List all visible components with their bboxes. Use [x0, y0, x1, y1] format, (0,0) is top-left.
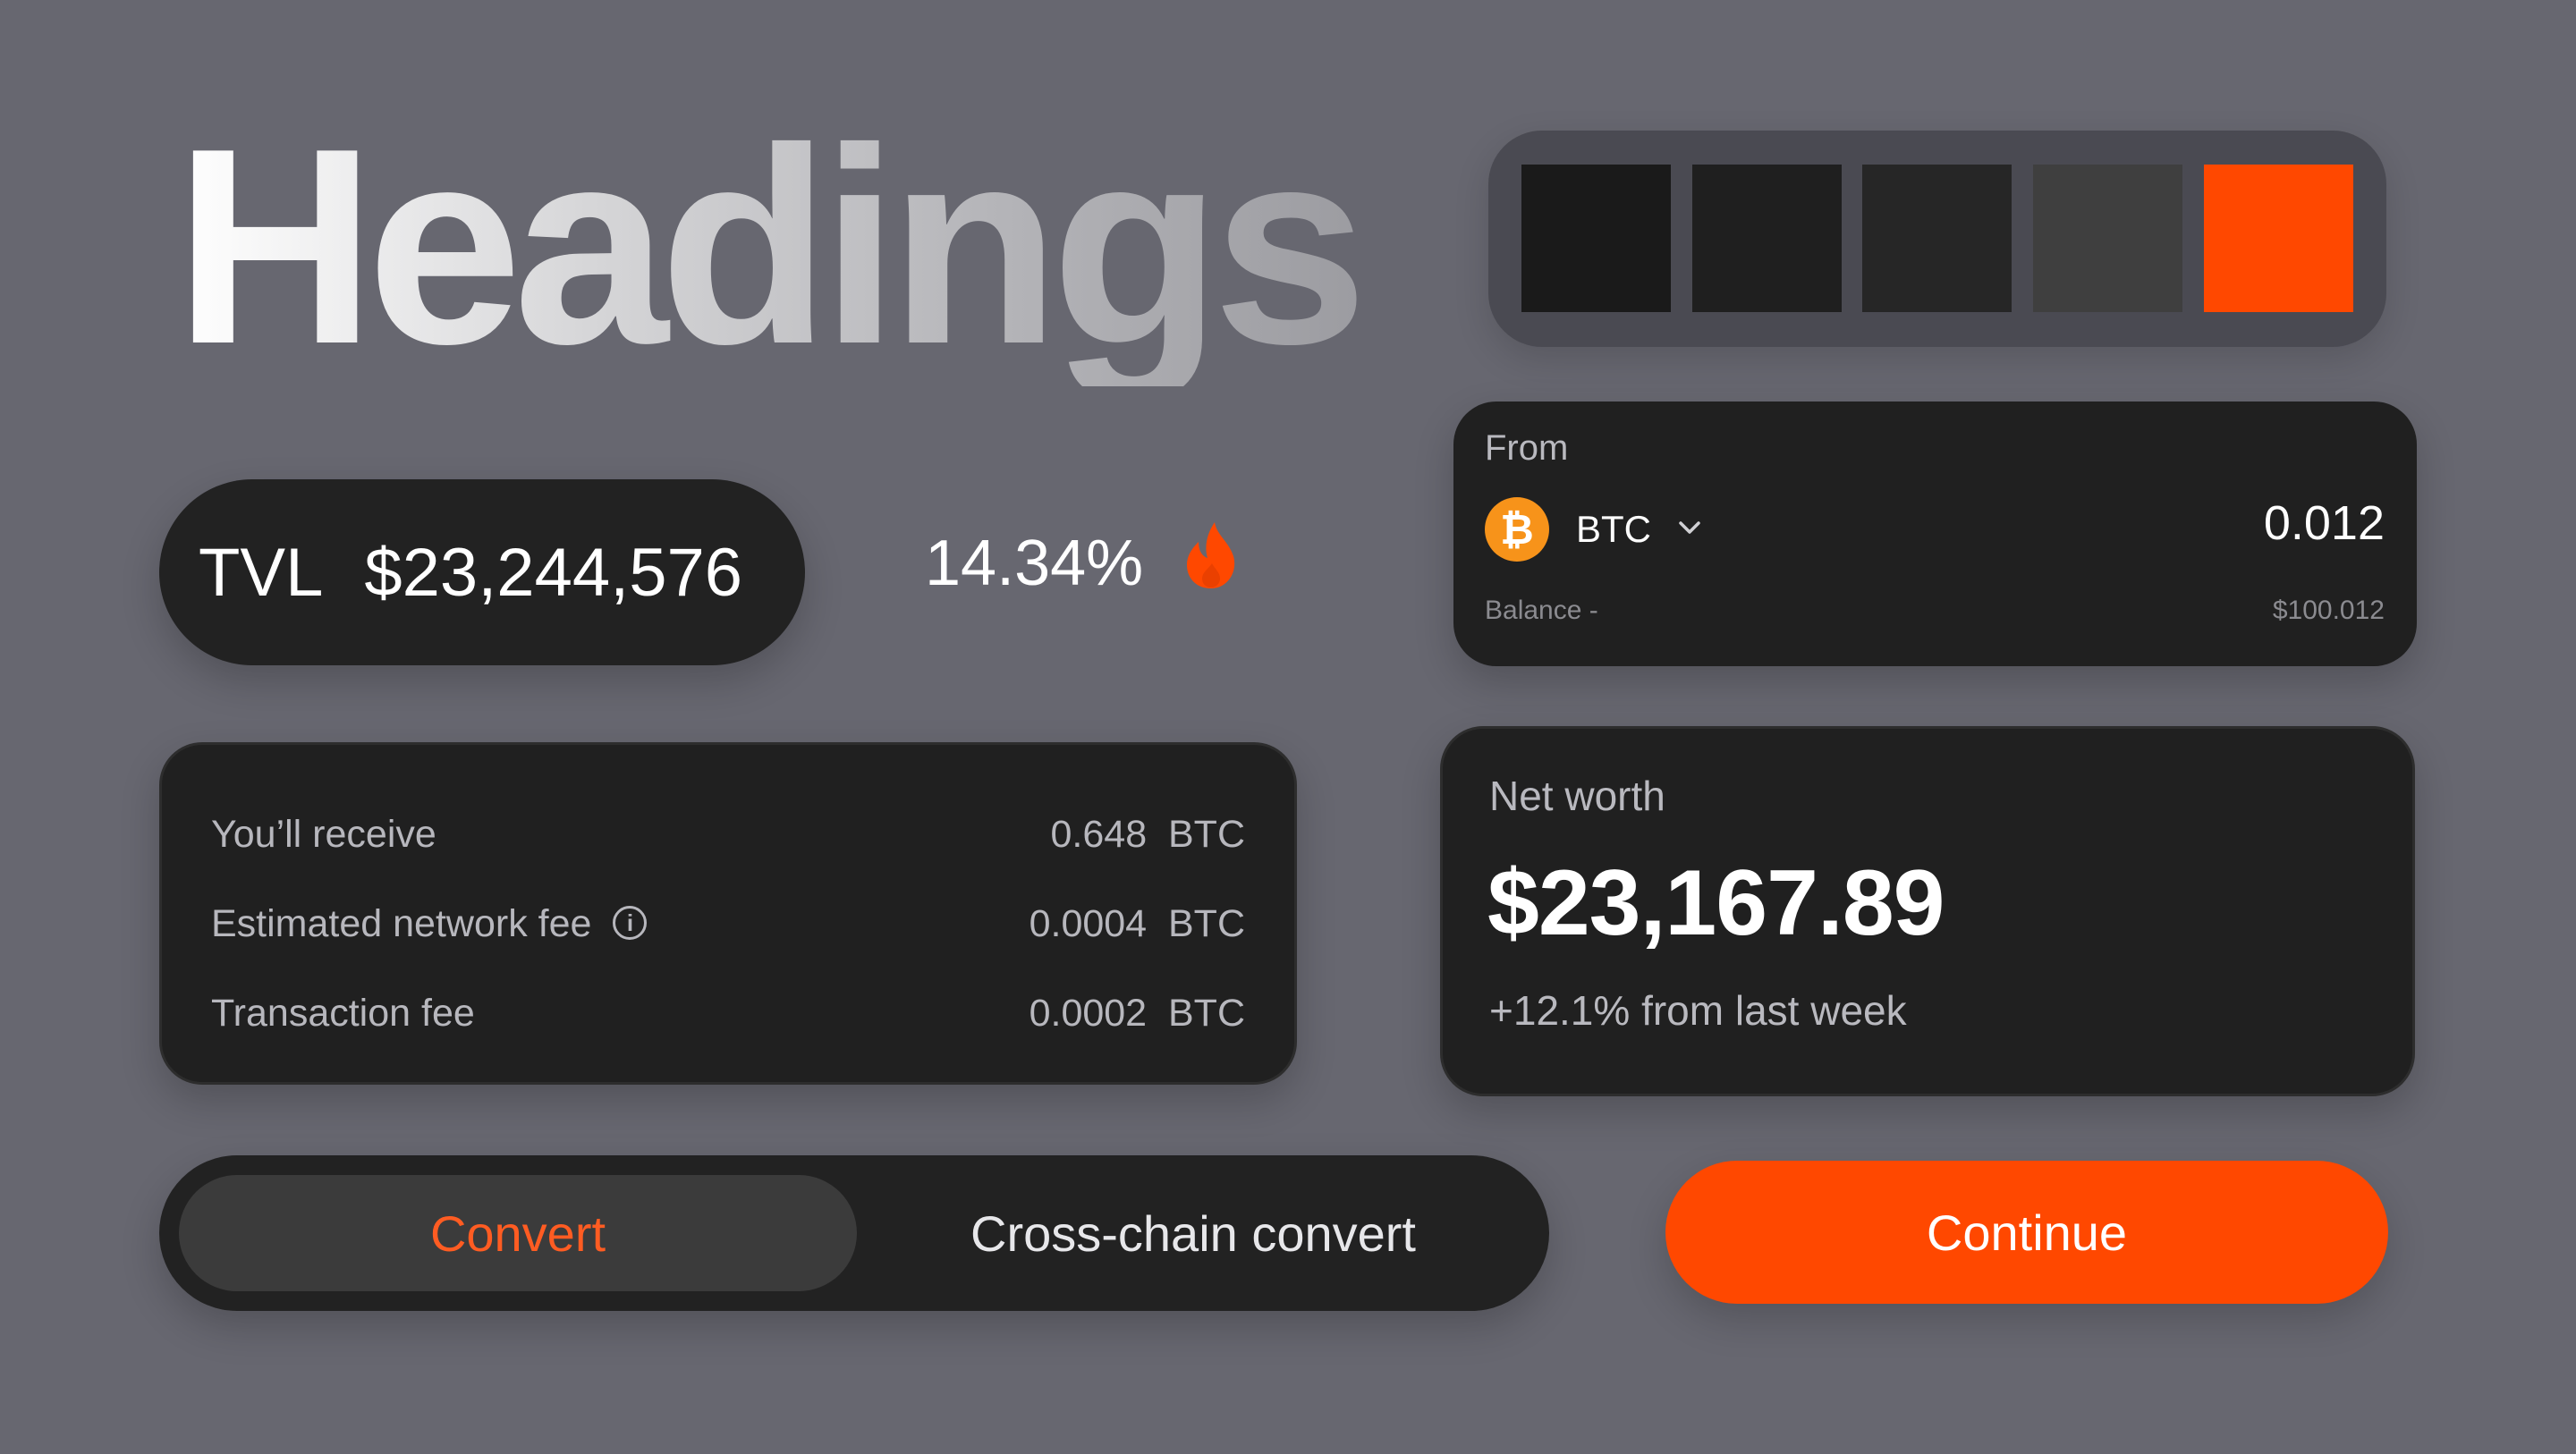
fee-label: You’ll receive	[211, 812, 436, 856]
net-worth-value: $23,167.89	[1487, 851, 1945, 955]
continue-button[interactable]: Continue	[1665, 1161, 2388, 1304]
bitcoin-icon: ₿	[1485, 497, 1549, 562]
apy-value: 14.34%	[925, 528, 1144, 599]
fee-row-network: Estimated network fee i 0.0004 BTC	[211, 897, 1245, 951]
swatch-2	[1692, 165, 1842, 312]
tab-convert[interactable]: Convert	[179, 1175, 857, 1291]
balance-label: Balance -	[1485, 596, 1598, 625]
fee-label: Transaction fee	[211, 991, 475, 1035]
tvl-label: TVL	[199, 534, 324, 611]
fee-value: 0.0002 BTC	[1029, 991, 1245, 1035]
swatch-5	[2204, 165, 2353, 312]
info-icon[interactable]: i	[613, 906, 648, 941]
fee-row-receive: You’ll receive 0.648 BTC	[211, 807, 1245, 861]
token-selector[interactable]: ₿ BTC	[1485, 497, 1701, 562]
tab-cross-chain-convert[interactable]: Cross-chain convert	[857, 1175, 1530, 1291]
from-label: From	[1485, 428, 1569, 468]
net-worth-card: Net worth $23,167.89 +12.1% from last we…	[1440, 726, 2415, 1096]
swatch-4	[2033, 165, 2182, 312]
flame-icon	[1184, 520, 1240, 607]
fee-row-transaction: Transaction fee 0.0002 BTC	[211, 986, 1245, 1040]
from-card: From ₿ BTC Balance - $100.012	[1453, 402, 2417, 666]
apy-stat: 14.34%	[925, 519, 1240, 608]
swatch-3	[1862, 165, 2012, 312]
amount-input[interactable]	[2027, 495, 2385, 551]
swatch-1	[1521, 165, 1671, 312]
color-palette	[1488, 131, 2386, 347]
net-worth-change: +12.1% from last week	[1489, 987, 1907, 1034]
token-symbol: BTC	[1576, 508, 1651, 550]
convert-mode-toggle: Convert Cross-chain convert	[159, 1155, 1549, 1311]
chevron-down-icon	[1678, 520, 1701, 539]
tvl-pill: TVL $23,244,576	[159, 479, 805, 665]
net-worth-label: Net worth	[1489, 773, 1665, 819]
tvl-value: $23,244,576	[364, 534, 743, 611]
fee-value: 0.648 BTC	[1050, 812, 1246, 856]
fee-label: Estimated network fee	[211, 901, 592, 945]
page-heading: Headings	[174, 91, 1368, 402]
fee-value: 0.0004 BTC	[1029, 901, 1245, 945]
fee-summary-card: You’ll receive 0.648 BTC Estimated netwo…	[159, 742, 1297, 1085]
balance-value: $100.012	[2272, 596, 2385, 625]
